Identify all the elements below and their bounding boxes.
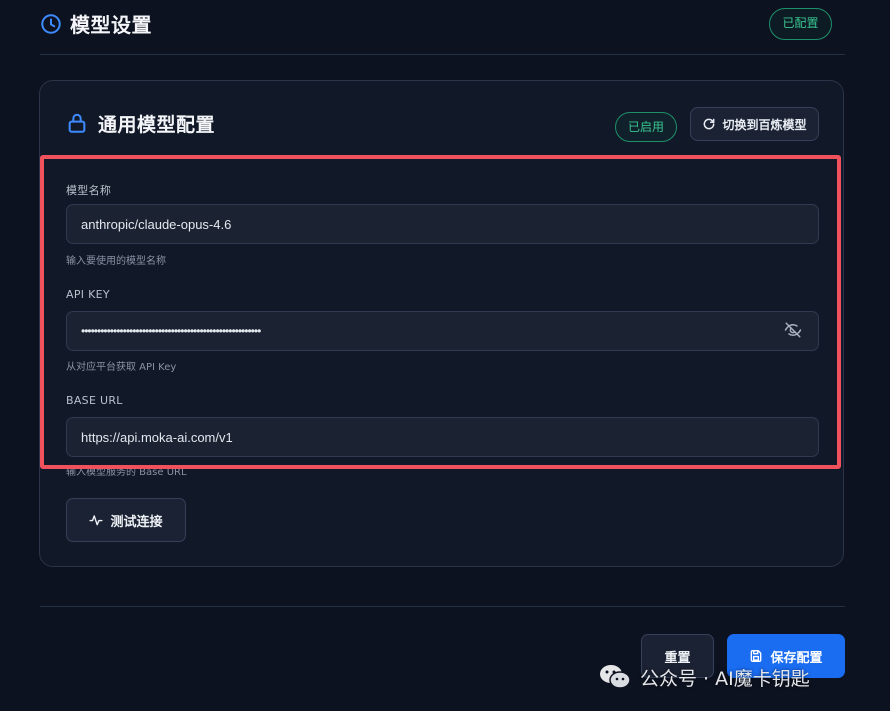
api-key-hint: 从对应平台获取 API Key (66, 362, 177, 373)
card-title: 通用模型配置 (98, 114, 216, 136)
header-divider (40, 54, 845, 55)
model-name-input[interactable] (66, 204, 819, 244)
refresh-icon (704, 118, 715, 130)
base-url-label: BASE URL (66, 394, 123, 407)
activity-icon (89, 515, 104, 526)
enabled-status-badge: 已启用 (615, 112, 677, 142)
page-title: 模型设置 (70, 13, 152, 37)
save-config-button[interactable]: 保存配置 (727, 634, 845, 678)
lock-icon (68, 113, 86, 133)
base-url-hint: 输入模型服务的 Base URL (66, 467, 187, 478)
clock-icon (41, 14, 61, 34)
switch-to-bailian-button[interactable]: 切换到百炼模型 (690, 107, 819, 141)
page-header: 模型设置 已配置 (40, 6, 832, 42)
configured-status-badge: 已配置 (769, 8, 832, 40)
test-connection-button[interactable]: 测试连接 (66, 498, 186, 542)
wechat-icon (600, 665, 631, 689)
eye-off-icon[interactable] (784, 321, 802, 339)
model-name-hint: 输入要使用的模型名称 (66, 256, 166, 267)
model-settings-page: 模型设置 已配置 通用模型配置 已启用 切换到百炼模型 模型名称 输入要使用的模… (0, 0, 890, 711)
reset-button[interactable]: 重置 (641, 634, 714, 678)
base-url-input[interactable] (66, 417, 819, 457)
api-key-input[interactable] (66, 311, 819, 351)
switch-button-label: 切换到百炼模型 (722, 117, 807, 132)
model-name-label: 模型名称 (66, 184, 112, 197)
api-key-label: API KEY (66, 288, 110, 301)
test-button-label: 测试连接 (110, 514, 163, 530)
reset-button-label: 重置 (664, 650, 691, 666)
save-icon (751, 650, 762, 662)
general-model-config-card: 通用模型配置 已启用 切换到百炼模型 模型名称 输入要使用的模型名称 API K… (39, 80, 844, 567)
save-button-label: 保存配置 (770, 650, 823, 666)
footer-divider (40, 606, 845, 607)
